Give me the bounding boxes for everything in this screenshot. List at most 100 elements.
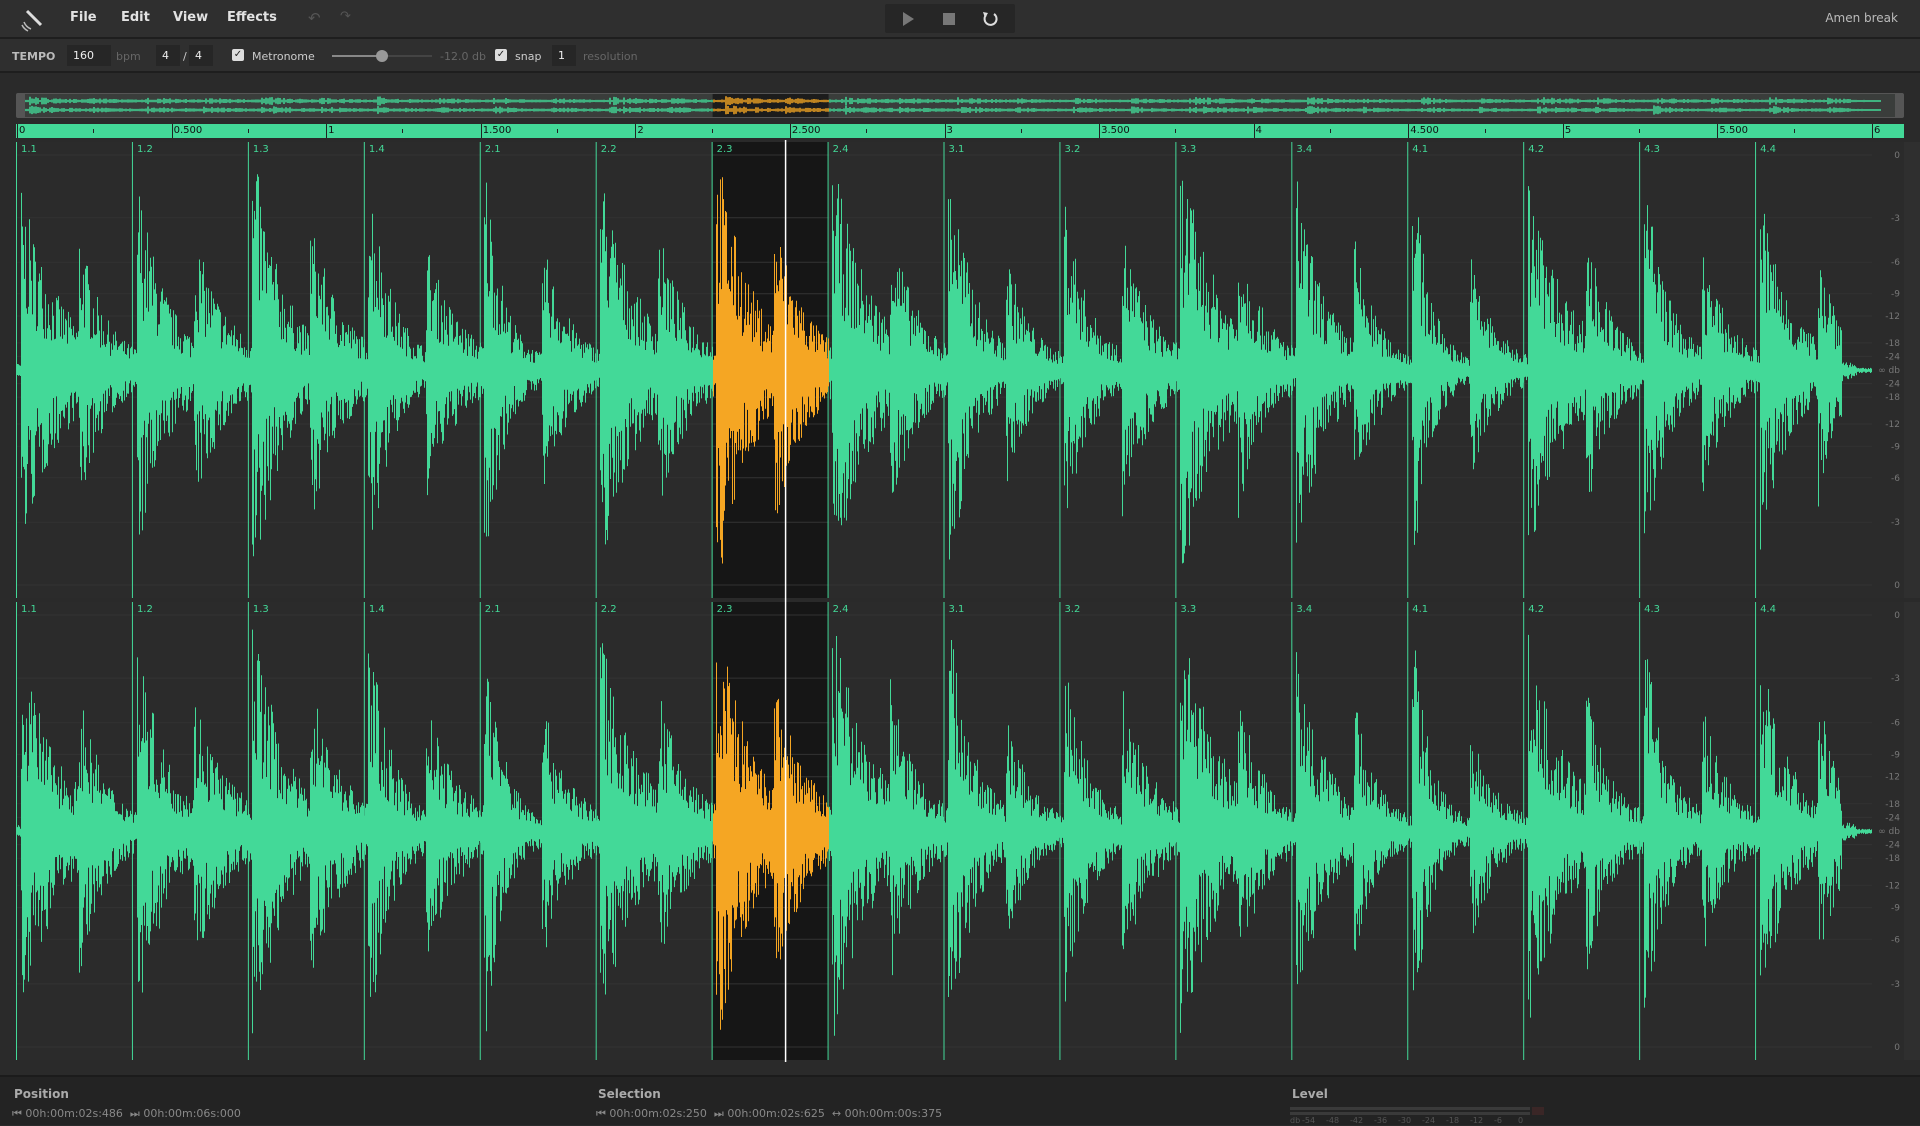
level-clip-indicator <box>1532 1107 1544 1115</box>
resolution-label: resolution <box>583 50 638 63</box>
overview-waveform-line <box>25 105 1881 115</box>
beat-label: 4.2 <box>1528 604 1544 615</box>
ruler-tick <box>1639 129 1641 133</box>
time-ruler[interactable]: 0 0.500 1 1.500 2 2.500 3 3.500 4 4.500 5 5.500 6 <box>16 124 1904 138</box>
position-value: ⏮ 00h:00m:02s:486 ⏭ 00h:00m:06s:000 <box>12 1107 241 1120</box>
beat-label: 1.4 <box>369 604 385 615</box>
play-icon[interactable] <box>903 12 915 26</box>
beat-label: 2.2 <box>601 604 617 615</box>
channel-1[interactable]: 0 -3 -6 -9 -12 -18 -24 ∞ db -24 -18 -12 -9 -6 -3 0 1.1 1… <box>16 142 1920 598</box>
ruler-label: 3.500 <box>1099 124 1130 138</box>
beat-label: 3.3 <box>1180 144 1196 155</box>
selection-end: 00h:00m:02s:625 <box>727 1107 825 1120</box>
db-scale-label: -9 <box>1891 750 1900 760</box>
satellite-icon[interactable] <box>20 8 46 32</box>
overview-waveform <box>17 94 1903 117</box>
position-time: 00h:00m:02s:486 <box>25 1107 123 1120</box>
beat-label: 3.4 <box>1296 604 1312 615</box>
time-signature-numerator[interactable]: 4 <box>156 45 180 66</box>
beat-label: 1.3 <box>253 604 269 615</box>
beat-label: 2.4 <box>833 604 849 615</box>
menu-effects[interactable]: Effects <box>227 10 277 25</box>
level-tick: -12 <box>1470 1116 1484 1125</box>
beat-label: 1.1 <box>21 144 37 155</box>
ruler-label: 6 <box>1872 124 1881 138</box>
undo-icon[interactable]: ↶ <box>308 9 321 27</box>
db-scale-label: -18 <box>1885 854 1900 864</box>
level-tick: 0 <box>1518 1116 1524 1125</box>
metronome-volume-slider[interactable] <box>332 50 432 62</box>
beat-label: 2.3 <box>717 144 733 155</box>
menu-bar: File Edit View Effects ↶ ↷ Amen break <box>0 0 1920 39</box>
ruler-label: 1 <box>326 124 335 138</box>
ruler-label: 1.500 <box>480 124 512 138</box>
level-tick: db <box>1290 1116 1301 1125</box>
loop-icon[interactable] <box>981 10 999 28</box>
db-scale-label: 0 <box>1894 611 1900 621</box>
time-signature-denominator[interactable]: 4 <box>189 45 213 66</box>
db-scale-label: -6 <box>1891 474 1900 484</box>
overview-scrollbar[interactable] <box>16 93 1904 118</box>
db-scale-label: -12 <box>1885 773 1900 783</box>
menu-file[interactable]: File <box>70 10 97 25</box>
stop-icon[interactable] <box>943 13 955 25</box>
beat-label: 1.2 <box>137 144 153 155</box>
db-scale-label: -9 <box>1891 904 1900 914</box>
level-tick: -48 <box>1326 1116 1340 1125</box>
level-tick: -18 <box>1446 1116 1460 1125</box>
beat-label: 3.2 <box>1064 604 1080 615</box>
ruler-tick <box>1329 129 1331 133</box>
beat-label: 2.2 <box>601 144 617 155</box>
bpm-label: bpm <box>116 50 141 63</box>
waveform-editor[interactable]: 0 -3 -6 -9 -12 -18 -24 ∞ db -24 -18 -12 -9 -6 -3 0 1.1 1… <box>0 140 1920 1062</box>
ruler-tick <box>93 129 95 133</box>
resolution-input[interactable]: 1 <box>552 45 576 66</box>
beat-label: 2.3 <box>717 604 733 615</box>
ruler-tick <box>711 129 713 133</box>
db-scale-label: -24 <box>1885 841 1900 851</box>
tempo-label: TEMPO <box>12 50 56 63</box>
selection-start: 00h:00m:02s:250 <box>609 1107 707 1120</box>
slider-fill <box>332 55 382 57</box>
ruler-label: 5 <box>1562 124 1572 138</box>
db-scale-label: -18 <box>1885 339 1900 349</box>
db-scale-label: -9 <box>1891 290 1900 300</box>
beat-label: 1.3 <box>253 144 269 155</box>
beat-label: 2.1 <box>485 604 501 615</box>
beat-label: 4.1 <box>1412 604 1428 615</box>
channel-2[interactable]: 0 -3 -6 -9 -12 -18 -24 ∞ db -24 -18 -12 -9 -6 -3 0 1.1 1… <box>16 602 1920 1060</box>
overview-waveform-line <box>25 96 1881 106</box>
db-scale-label: -9 <box>1891 442 1900 452</box>
db-scale-label: -18 <box>1885 800 1900 810</box>
beat-label: 1.2 <box>137 604 153 615</box>
menu-view[interactable]: View <box>173 10 208 25</box>
volume-readout: -12.0 db <box>440 50 486 63</box>
ruler-tick <box>247 129 249 133</box>
beat-label: 2.4 <box>833 144 849 155</box>
ruler-label: 4 <box>1253 124 1263 138</box>
slider-knob[interactable] <box>376 50 388 62</box>
ruler-tick <box>1020 129 1022 133</box>
db-scale-label: -24 <box>1885 352 1900 362</box>
beat-label: 1.1 <box>21 604 37 615</box>
metronome-checkbox[interactable]: ✓ <box>232 49 244 61</box>
snap-checkbox[interactable]: ✓ <box>495 49 507 61</box>
beat-label: 4.3 <box>1644 144 1660 155</box>
selection-value: ⏮ 00h:00m:02s:250 ⏭ 00h:00m:02s:625 ↔ 00… <box>596 1107 943 1120</box>
overview-handle-right[interactable] <box>1895 94 1903 117</box>
ruler-tick <box>866 129 868 133</box>
db-scale-label: -6 <box>1891 719 1900 729</box>
ruler-label: 2 <box>635 124 644 138</box>
level-meter-right <box>1290 1112 1530 1115</box>
overview-handle-left[interactable] <box>17 94 25 117</box>
tempo-input[interactable]: 160 <box>67 45 111 66</box>
ruler-label: 3 <box>944 124 953 138</box>
level-label: Level <box>1292 1087 1328 1101</box>
db-scale-label: ∞ db <box>1878 366 1900 376</box>
channel-margin <box>1904 142 1920 598</box>
ruler-label: 0 <box>17 124 26 138</box>
menu-edit[interactable]: Edit <box>121 10 150 25</box>
db-scale-label: -6 <box>1891 935 1900 945</box>
document-title: Amen break <box>1825 11 1898 25</box>
redo-icon[interactable]: ↷ <box>340 9 351 24</box>
